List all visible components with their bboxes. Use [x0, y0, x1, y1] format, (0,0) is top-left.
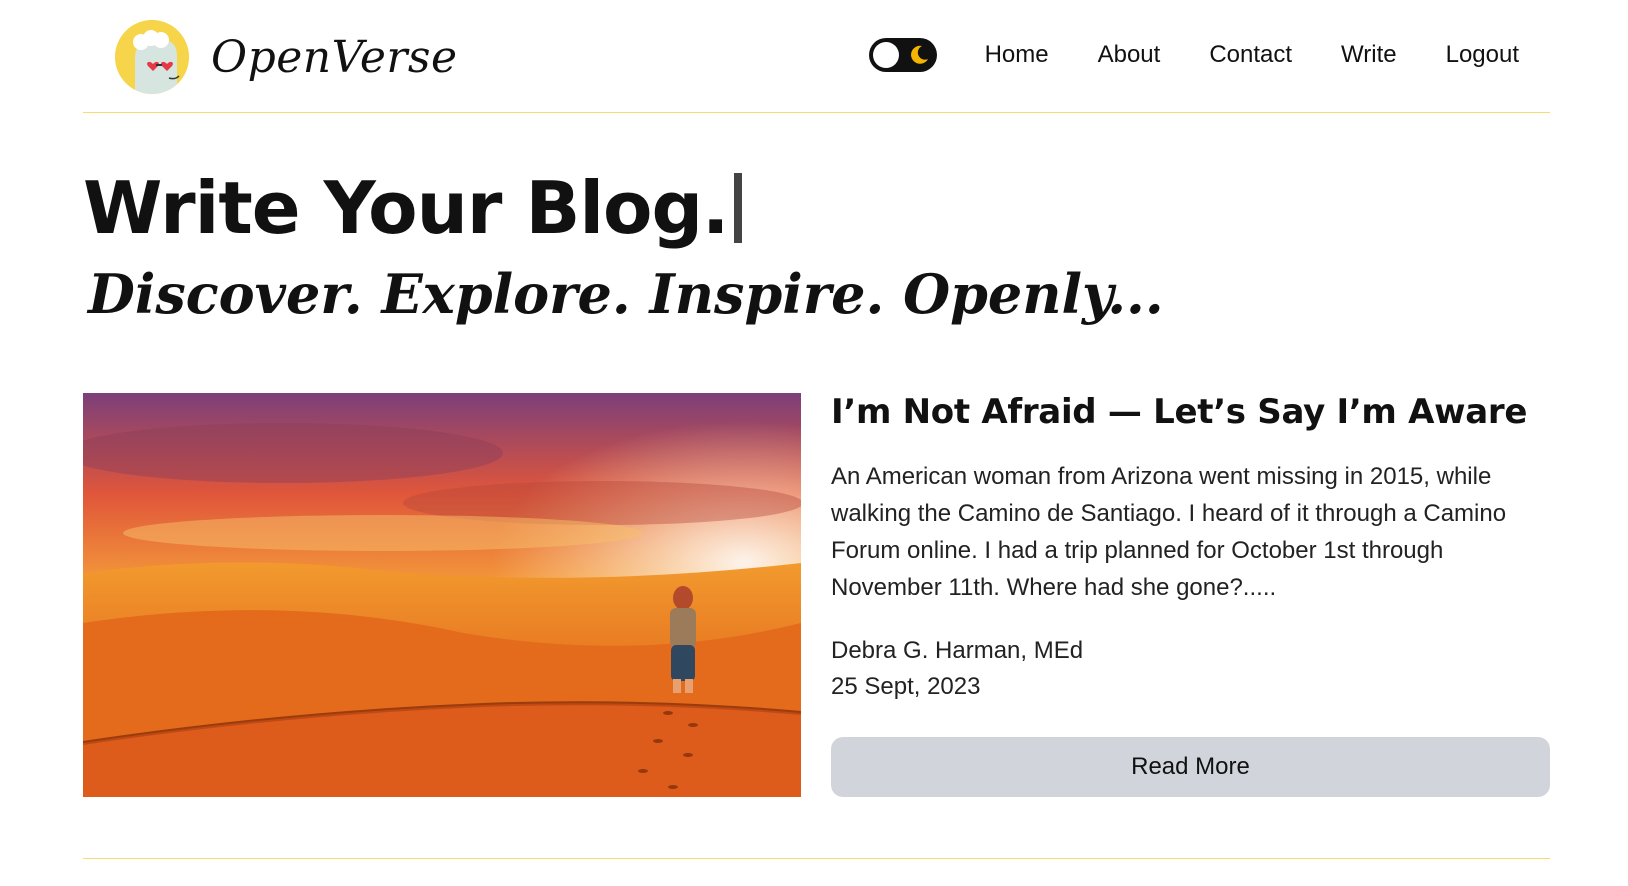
section-divider	[83, 858, 1550, 859]
toggle-knob	[872, 42, 899, 68]
post-title[interactable]: I’m Not Afraid — Let’s Say I’m Aware	[831, 392, 1550, 432]
nav-about[interactable]: About	[1098, 41, 1161, 69]
nav-write[interactable]: Write	[1341, 41, 1397, 69]
read-more-button[interactable]: Read More	[831, 737, 1550, 797]
site-header: OpenVerse Home About Contact Write Logou…	[83, 0, 1550, 113]
nav-contact[interactable]: Contact	[1209, 41, 1292, 69]
brand-name: OpenVerse	[211, 31, 458, 83]
post-author: Debra G. Harman, MEd	[831, 637, 1084, 664]
nav-home[interactable]: Home	[985, 41, 1049, 69]
theme-toggle[interactable]	[868, 38, 937, 72]
post-excerpt: An American woman from Arizona went miss…	[831, 463, 1507, 601]
post-date: 25 Sept, 2023	[831, 673, 981, 700]
hero-title-text: Write Your Blog.	[83, 166, 729, 250]
moon-icon	[910, 45, 928, 64]
logo[interactable]: OpenVerse	[115, 20, 458, 94]
desert-walker-image[interactable]	[83, 393, 801, 797]
typing-cursor	[734, 173, 743, 243]
hero-title: Write Your Blog.	[83, 166, 743, 250]
hero-subtitle: Discover. Explore. Inspire. Openly...	[88, 262, 1164, 326]
llama-with-heart-glasses-icon	[115, 20, 189, 94]
nav-logout[interactable]: Logout	[1446, 41, 1519, 69]
main-nav: Home About Contact Write Logout	[868, 38, 1519, 72]
post-card: I’m Not Afraid — Let’s Say I’m Aware An …	[831, 392, 1550, 797]
